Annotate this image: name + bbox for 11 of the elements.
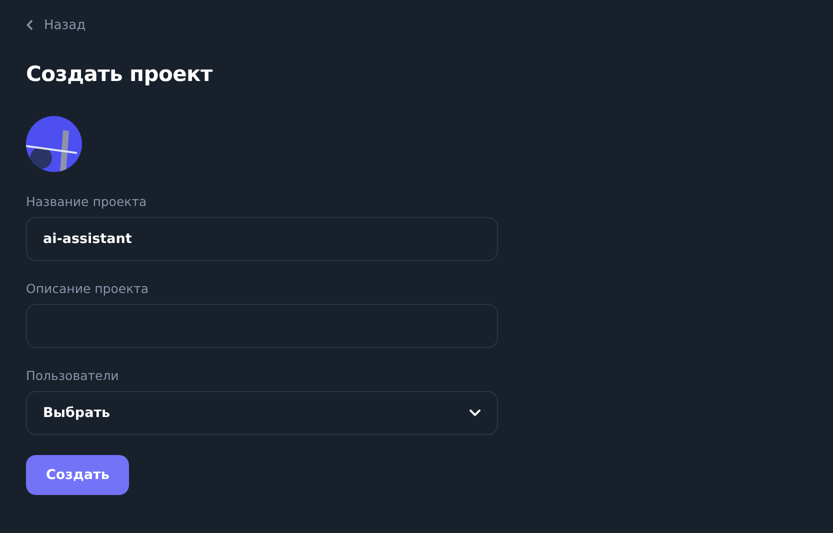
field-label: Пользователи [26, 368, 120, 383]
page-title: Создать проект [26, 62, 214, 86]
input-field[interactable] [26, 304, 498, 348]
input-field[interactable]: ai-assistant [26, 217, 498, 261]
chevron-left-icon [26, 19, 34, 31]
select-field[interactable]: Выбрать [26, 391, 498, 435]
field-label: Название проекта [26, 194, 148, 209]
back-link[interactable]: Назад [26, 16, 86, 34]
create-button[interactable]: Создать [26, 455, 130, 495]
chevron-down-icon [469, 409, 481, 417]
field-label: Описание проекта [26, 281, 150, 296]
